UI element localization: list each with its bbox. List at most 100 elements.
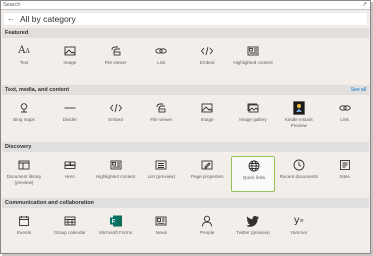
image-gallery-icon — [231, 101, 275, 115]
file-viewer-icon — [94, 44, 138, 58]
tile-label: Microsoft Forms — [99, 230, 133, 235]
category-title: All by category — [20, 14, 76, 24]
webpart-tile-file-viewer[interactable]: File viewer — [139, 99, 183, 135]
tile-label: Yammer — [290, 230, 308, 235]
tile-label: File viewer — [150, 117, 173, 122]
text-icon: AA — [18, 44, 30, 56]
webpart-tile-microsoft-forms[interactable]: F Microsoft Forms — [94, 212, 138, 248]
hero-icon — [48, 158, 92, 172]
tile-label: Twitter (preview) — [236, 230, 270, 235]
tile-label: Group calendar — [53, 230, 86, 235]
list-icon — [139, 158, 183, 172]
kindle-icon — [277, 101, 321, 115]
webpart-tile-image-gallery[interactable]: Image gallery — [231, 99, 275, 135]
webpart-tile-file-viewer[interactable]: File viewer — [94, 42, 138, 78]
see-all-link[interactable]: See all — [351, 86, 366, 94]
section-header-communication-and-collaboration: Communication and collaboration — [2, 198, 369, 208]
divider-icon — [48, 101, 92, 115]
webpart-tile-sites[interactable]: Sites — [323, 156, 367, 192]
tile-label: Quick links — [242, 175, 266, 180]
tile-label: Events — [16, 230, 32, 235]
webpart-tile-list-preview[interactable]: List (preview) — [139, 156, 183, 192]
calendar-icon — [48, 214, 92, 228]
webpart-tile-quick-links[interactable]: Quick links — [231, 156, 275, 192]
tile-label: Link — [340, 117, 349, 122]
tile-label: Text — [19, 60, 29, 65]
webpart-tile-news[interactable]: News — [139, 212, 183, 248]
tile-label: Link — [157, 60, 166, 65]
page-properties-icon — [185, 158, 229, 172]
tile-label: File viewer — [104, 60, 127, 65]
tile-label: Recent documents — [279, 174, 318, 179]
webpart-tile-link[interactable]: Link — [323, 99, 367, 135]
tile-label: Sites — [339, 174, 350, 179]
tile-label: News — [155, 230, 168, 235]
file-viewer-icon — [139, 101, 183, 115]
tile-label: List (preview) — [147, 174, 176, 179]
webpart-tile-image[interactable]: Image — [48, 42, 92, 78]
section-header-text-media-and-content: Text, media, and content See all — [2, 85, 369, 95]
link-icon — [323, 101, 367, 115]
tile-label: Divider — [62, 117, 77, 122]
webpart-tile-highlighted-content[interactable]: Highlighted content — [231, 42, 275, 78]
image-icon — [185, 101, 229, 115]
document-library-icon — [2, 158, 46, 172]
expand-icon[interactable]: ↗ — [362, 1, 367, 9]
tile-label: Image gallery — [239, 117, 267, 122]
person-icon — [185, 214, 229, 228]
webpart-toolbox-panel: Search ↗ ← All by category Featured AA Tex… — [0, 0, 371, 254]
tile-label: Page properties — [190, 174, 224, 179]
tile-label: Embed — [199, 60, 215, 65]
map-pin-icon — [2, 101, 46, 115]
webpart-tile-highlighted-content[interactable]: Highlighted content — [94, 156, 138, 192]
webpart-tile-hero[interactable]: Hero — [48, 156, 92, 192]
tile-label: Highlighted content — [233, 60, 273, 65]
webpart-tile-people[interactable]: People — [185, 212, 229, 248]
webpart-tile-page-properties[interactable]: Page properties — [185, 156, 229, 192]
tile-label: People — [200, 230, 215, 235]
section-header-featured: Featured — [2, 28, 369, 38]
events-icon — [2, 214, 46, 228]
webpart-tile-text[interactable]: AA Text — [2, 42, 46, 78]
twitter-icon — [231, 214, 275, 228]
tile-label: Image — [200, 117, 214, 122]
yammer-icon: y≡ — [293, 215, 304, 226]
webpart-tile-embed[interactable]: Embed — [94, 99, 138, 135]
section-header-discovery: Discovery — [2, 142, 369, 152]
webpart-tile-bing-maps[interactable]: Bing maps — [2, 99, 46, 135]
webpart-tile-divider[interactable]: Divider — [48, 99, 92, 135]
webpart-tile-image[interactable]: Image — [185, 99, 229, 135]
section-label: Featured — [5, 30, 29, 36]
globe-icon — [232, 159, 276, 173]
tile-label: Embed — [108, 117, 123, 122]
section-label: Discovery — [5, 144, 32, 150]
category-header: ← All by category — [3, 12, 368, 26]
webpart-tile-kindle-instant-preview[interactable]: Kindle Instant Preview — [277, 99, 321, 135]
webpart-tile-document-library-preview[interactable]: Document library (preview) — [2, 156, 46, 192]
sites-icon — [323, 158, 367, 172]
tile-label: Bing maps — [13, 117, 35, 122]
back-arrow-icon[interactable]: ← — [7, 14, 15, 24]
tile-label: Document library (preview) — [6, 174, 42, 185]
highlighted-content-icon — [94, 158, 138, 172]
tile-label: Highlighted content — [95, 174, 136, 179]
section-label: Text, media, and content — [5, 87, 70, 93]
webpart-tile-embed[interactable]: Embed — [185, 42, 229, 78]
clock-icon — [277, 158, 321, 172]
embed-icon — [185, 44, 229, 58]
tile-label: Hero — [64, 174, 75, 179]
webpart-tile-twitter-preview[interactable]: Twitter (preview) — [231, 212, 275, 248]
webpart-tile-yammer[interactable]: y≡ Yammer — [277, 212, 321, 248]
link-icon — [139, 44, 183, 58]
search-bar[interactable]: Search ↗ — [1, 1, 370, 10]
tile-label: Kindle Instant Preview — [284, 117, 313, 128]
webpart-tile-link[interactable]: Link — [139, 42, 183, 78]
forms-icon: F — [94, 214, 138, 228]
embed-icon — [94, 101, 138, 115]
image-icon — [48, 44, 92, 58]
search-input[interactable]: Search — [3, 1, 20, 9]
section-label: Communication and collaboration — [5, 200, 94, 206]
webpart-tile-recent-documents[interactable]: Recent documents — [277, 156, 321, 192]
webpart-tile-group-calendar[interactable]: Group calendar — [48, 212, 92, 248]
webpart-tile-events[interactable]: Events — [2, 212, 46, 248]
